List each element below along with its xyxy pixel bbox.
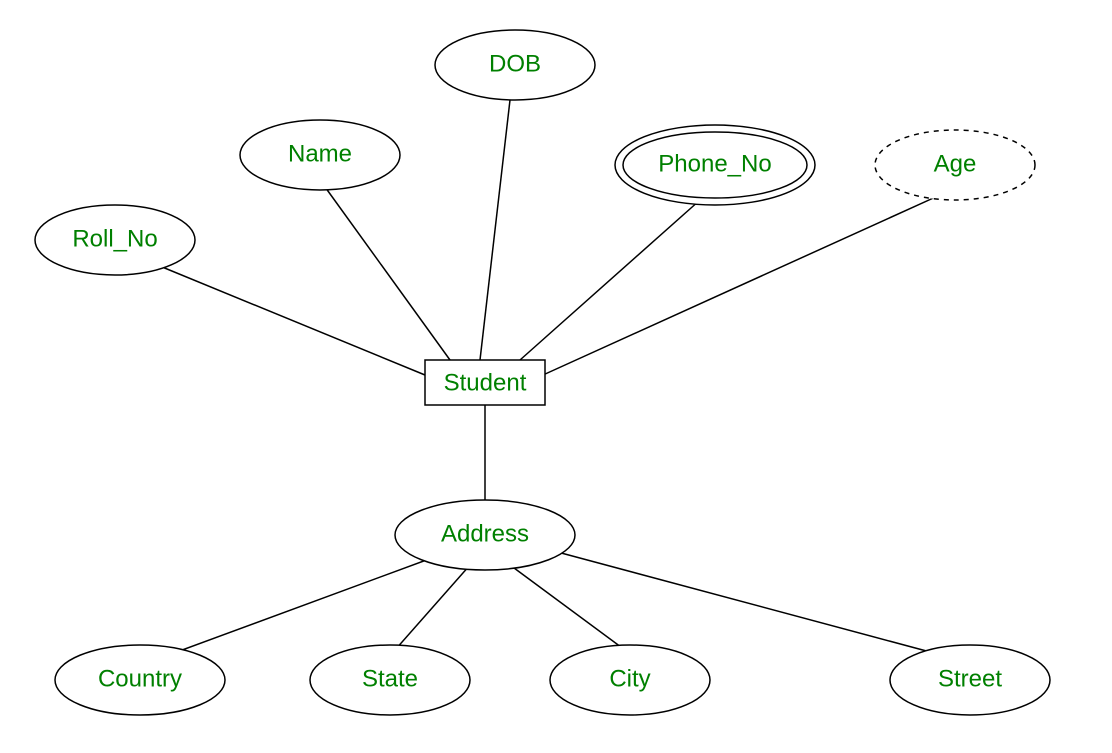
attr-state: State <box>310 645 470 715</box>
attr-age-label: Age <box>934 150 977 177</box>
attr-street: Street <box>890 645 1050 715</box>
attr-city: City <box>550 645 710 715</box>
edge-student-age <box>543 195 940 375</box>
er-diagram: Student Roll_No Name DOB Phone_No Age Ad… <box>0 0 1112 753</box>
attr-country-label: Country <box>98 665 182 692</box>
edge-student-name <box>320 180 450 360</box>
edges <box>150 100 960 660</box>
attr-country: Country <box>55 645 225 715</box>
attr-rollno-label: Roll_No <box>72 225 157 252</box>
attr-age: Age <box>875 130 1035 200</box>
attr-rollno: Roll_No <box>35 205 195 275</box>
edge-address-street <box>550 550 960 660</box>
edge-student-rollno <box>150 262 425 375</box>
attr-name-label: Name <box>288 140 352 167</box>
attr-address-label: Address <box>441 520 529 547</box>
edge-address-state <box>395 565 470 650</box>
edge-address-city <box>510 565 625 650</box>
attr-street-label: Street <box>938 665 1002 692</box>
edge-student-phone <box>520 200 700 360</box>
attr-name: Name <box>240 120 400 190</box>
attr-address: Address <box>395 500 575 570</box>
edge-student-dob <box>480 100 510 360</box>
entity-student-label: Student <box>444 369 527 396</box>
attr-city-label: City <box>609 665 650 692</box>
edge-address-country <box>155 555 440 660</box>
entity-student: Student <box>425 360 545 405</box>
attr-state-label: State <box>362 665 418 692</box>
attr-dob: DOB <box>435 30 595 100</box>
attr-dob-label: DOB <box>489 50 541 77</box>
attr-phone: Phone_No <box>615 125 815 205</box>
attr-phone-label: Phone_No <box>658 150 771 177</box>
